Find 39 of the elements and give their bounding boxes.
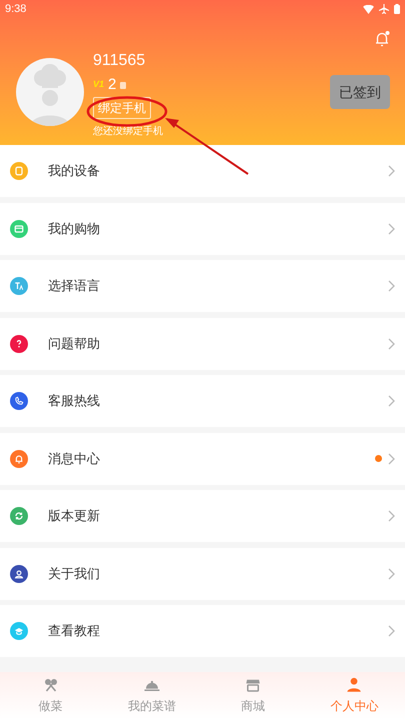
notification-bell-icon[interactable]	[374, 30, 391, 47]
menu-item[interactable]: 关于我们	[0, 548, 405, 600]
menu-item[interactable]: 版本更新	[0, 490, 405, 542]
menu-label: 消息中心	[48, 450, 101, 468]
menu-label: 客服热线	[48, 392, 101, 410]
coin-icon	[120, 82, 126, 88]
menu-label: 查看教程	[48, 622, 101, 640]
menu-item[interactable]: 消息中心	[0, 432, 405, 484]
chevron-right-icon	[388, 625, 395, 637]
menu-item[interactable]: 选择语言	[0, 260, 405, 312]
menu-item[interactable]: 客服热线	[0, 375, 405, 427]
chevron-right-icon	[388, 280, 395, 292]
chevron-right-icon	[388, 452, 395, 464]
menu-item[interactable]: 我的购物	[0, 202, 405, 254]
menu-item[interactable]: 问题帮助	[0, 318, 405, 370]
chevron-right-icon	[388, 338, 395, 350]
vip-level-label: V1	[93, 78, 104, 92]
chevron-right-icon	[388, 222, 395, 234]
bind-phone-hint: 您还没绑定手机	[93, 125, 163, 138]
menu-label: 我的设备	[48, 162, 101, 180]
menu-item[interactable]: 我的设备	[0, 145, 405, 197]
points-count: 2	[108, 76, 116, 94]
chevron-right-icon	[388, 568, 395, 580]
menu-item[interactable]: 查看教程	[0, 605, 405, 657]
menu-label: 问题帮助	[48, 334, 101, 353]
wifi-icon	[363, 4, 374, 14]
battery-icon	[394, 4, 400, 14]
menu-label: 版本更新	[48, 507, 101, 526]
menu-label: 选择语言	[48, 277, 101, 296]
chevron-right-icon	[388, 395, 395, 407]
chevron-right-icon	[388, 165, 395, 177]
airplane-icon	[379, 4, 389, 14]
menu-label: 关于我们	[48, 564, 101, 583]
username: 911565	[93, 51, 146, 71]
person-icon	[345, 676, 364, 694]
menu-label: 我的购物	[48, 220, 101, 238]
check-in-button[interactable]: 已签到	[330, 75, 390, 109]
status-time: 9:38	[5, 2, 26, 17]
chevron-right-icon	[388, 510, 395, 522]
